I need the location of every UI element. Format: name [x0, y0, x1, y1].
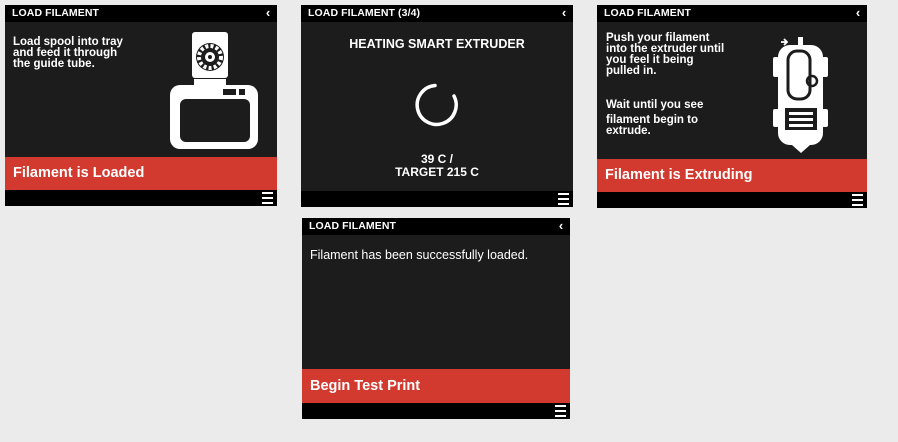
spool-in-tray-icon	[170, 32, 258, 149]
screen-push-filament: LOAD FILAMENT ‹ Push your filament into …	[597, 5, 867, 208]
success-message: Filament has been successfully loaded.	[310, 248, 529, 262]
current-temperature: 39 C /	[420, 152, 453, 166]
instruction-line: pulled in.	[606, 65, 657, 77]
back-icon[interactable]: ‹	[851, 5, 865, 22]
screen-load-spool: LOAD FILAMENT ‹ Load spool into tray and…	[5, 5, 277, 206]
smart-extruder-icon	[773, 37, 828, 153]
screen-title: LOAD FILAMENT	[302, 218, 570, 235]
filament-loaded-button[interactable]: Filament is Loaded	[5, 157, 277, 190]
screen-load-complete: LOAD FILAMENT ‹ Filament has been succes…	[302, 218, 570, 419]
bottom-bar	[597, 192, 867, 208]
back-icon[interactable]: ‹	[261, 5, 275, 22]
instruction-text: Load spool into tray and feed it through…	[13, 36, 123, 70]
bottom-bar	[301, 191, 573, 207]
instruction-line: extrude.	[606, 125, 651, 137]
instruction-line: the guide tube.	[13, 58, 95, 70]
screen-title: LOAD FILAMENT	[597, 5, 867, 22]
back-icon[interactable]: ‹	[554, 218, 568, 235]
heating-heading: HEATING SMART EXTRUDER	[349, 37, 525, 51]
instruction-text-2: Wait until you see filament begin to ext…	[606, 99, 704, 137]
bottom-bar	[5, 190, 277, 206]
filament-extruding-button[interactable]: Filament is Extruding	[597, 159, 867, 192]
begin-test-print-button[interactable]: Begin Test Print	[302, 369, 570, 403]
instruction-text: Push your filament into the extruder unt…	[606, 32, 724, 77]
hamburger-menu-icon[interactable]	[852, 194, 863, 206]
hamburger-menu-icon[interactable]	[262, 192, 273, 204]
hamburger-menu-icon[interactable]	[555, 405, 566, 417]
bottom-bar	[302, 403, 570, 419]
target-temperature: TARGET 215 C	[395, 165, 479, 179]
loading-spinner-icon	[415, 83, 458, 127]
instruction-line: Wait until you see	[606, 99, 704, 111]
screen-title: LOAD FILAMENT	[5, 5, 277, 22]
hamburger-menu-icon[interactable]	[558, 193, 569, 205]
screen-title: LOAD FILAMENT (3/4)	[301, 5, 573, 22]
back-icon[interactable]: ‹	[557, 5, 571, 22]
screen-heating-extruder: LOAD FILAMENT (3/4) ‹ HEATING SMART EXTR…	[301, 5, 573, 207]
